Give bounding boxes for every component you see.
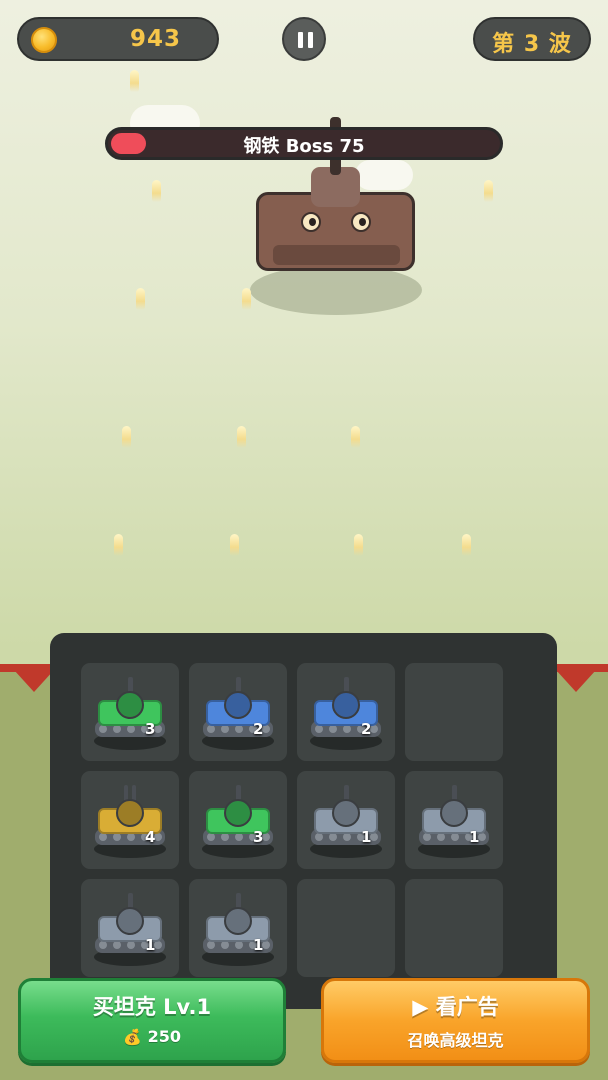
tank-level: 2: [361, 720, 372, 738]
board-cell[interactable]: 1: [189, 879, 287, 977]
board-cell[interactable]: 3: [81, 663, 179, 761]
buy-tank-button[interactable]: 买坦克 Lv.1 💰 250: [18, 978, 286, 1063]
bullet: [351, 426, 360, 448]
pause-button[interactable]: [282, 17, 326, 61]
empty-board-cell[interactable]: [405, 663, 503, 761]
boss-shadow: [250, 265, 422, 315]
coin-icon: [31, 27, 57, 53]
money-bag-icon: 💰: [122, 1028, 142, 1046]
bullet: [136, 288, 145, 310]
bullet: [130, 70, 139, 92]
pause-icon: [308, 32, 313, 48]
watch-ad-subtitle: 召唤高级坦克: [407, 1031, 504, 1050]
boss-eye-right: [351, 212, 371, 232]
tank-level: 1: [361, 828, 372, 846]
boss-health-bar: 钢铁 Boss 75: [105, 127, 503, 160]
bullet: [122, 426, 131, 448]
buy-tank-price: 💰 250: [21, 1027, 283, 1046]
bullet: [354, 534, 363, 556]
board-cell[interactable]: 1: [297, 771, 395, 869]
bullet: [484, 180, 493, 202]
board-cell[interactable]: 1: [81, 879, 179, 977]
tank-blue[interactable]: [189, 663, 287, 761]
boss-eye-left: [301, 212, 321, 232]
tank-green[interactable]: [189, 771, 287, 869]
tank-blue[interactable]: [297, 663, 395, 761]
price-value: 250: [147, 1027, 182, 1046]
pause-icon: [298, 32, 303, 48]
tank-level: 3: [145, 720, 156, 738]
board-cell[interactable]: 2: [189, 663, 287, 761]
bullet: [152, 180, 161, 202]
tank-level: 1: [469, 828, 480, 846]
board-cell[interactable]: 2: [297, 663, 395, 761]
tank-gray[interactable]: [297, 771, 395, 869]
coin-amount: 943: [129, 26, 181, 52]
boss-name: 钢铁 Boss 75: [243, 136, 365, 157]
tank-level: 1: [145, 936, 156, 954]
tank-level: 1: [253, 936, 264, 954]
tank-gray[interactable]: [81, 879, 179, 977]
cloud: [355, 160, 413, 190]
empty-board-cell[interactable]: [405, 879, 503, 977]
merge-board: 3 2 2 4 3 1 1 1 1: [50, 633, 557, 1009]
wave-label: 第 3 波: [492, 32, 572, 57]
bullet: [114, 534, 123, 556]
tank-level: 2: [253, 720, 264, 738]
board-cell[interactable]: 3: [189, 771, 287, 869]
tank-gray[interactable]: [405, 771, 503, 869]
board-cell[interactable]: 4: [81, 771, 179, 869]
watch-ad-label: ▶ 看广告: [324, 991, 587, 1021]
tank-green[interactable]: [81, 663, 179, 761]
coin-counter: 943: [17, 17, 219, 61]
tank-level: 4: [145, 828, 156, 846]
wave-indicator: 第 3 波: [473, 17, 591, 61]
bullet: [237, 426, 246, 448]
play-icon: ▶: [412, 995, 429, 1019]
tank-gold[interactable]: [81, 771, 179, 869]
empty-board-cell[interactable]: [297, 879, 395, 977]
tank-level: 3: [253, 828, 264, 846]
boss-track: [273, 245, 400, 265]
board-cell[interactable]: 1: [405, 771, 503, 869]
buy-tank-label: 买坦克 Lv.1: [92, 995, 212, 1019]
bullet: [242, 288, 251, 310]
bullet: [462, 534, 471, 556]
watch-ad-title: 看广告: [435, 995, 499, 1019]
watch-ad-button[interactable]: ▶ 看广告 召唤高级坦克: [321, 978, 590, 1063]
tank-gray[interactable]: [189, 879, 287, 977]
bullet: [230, 534, 239, 556]
